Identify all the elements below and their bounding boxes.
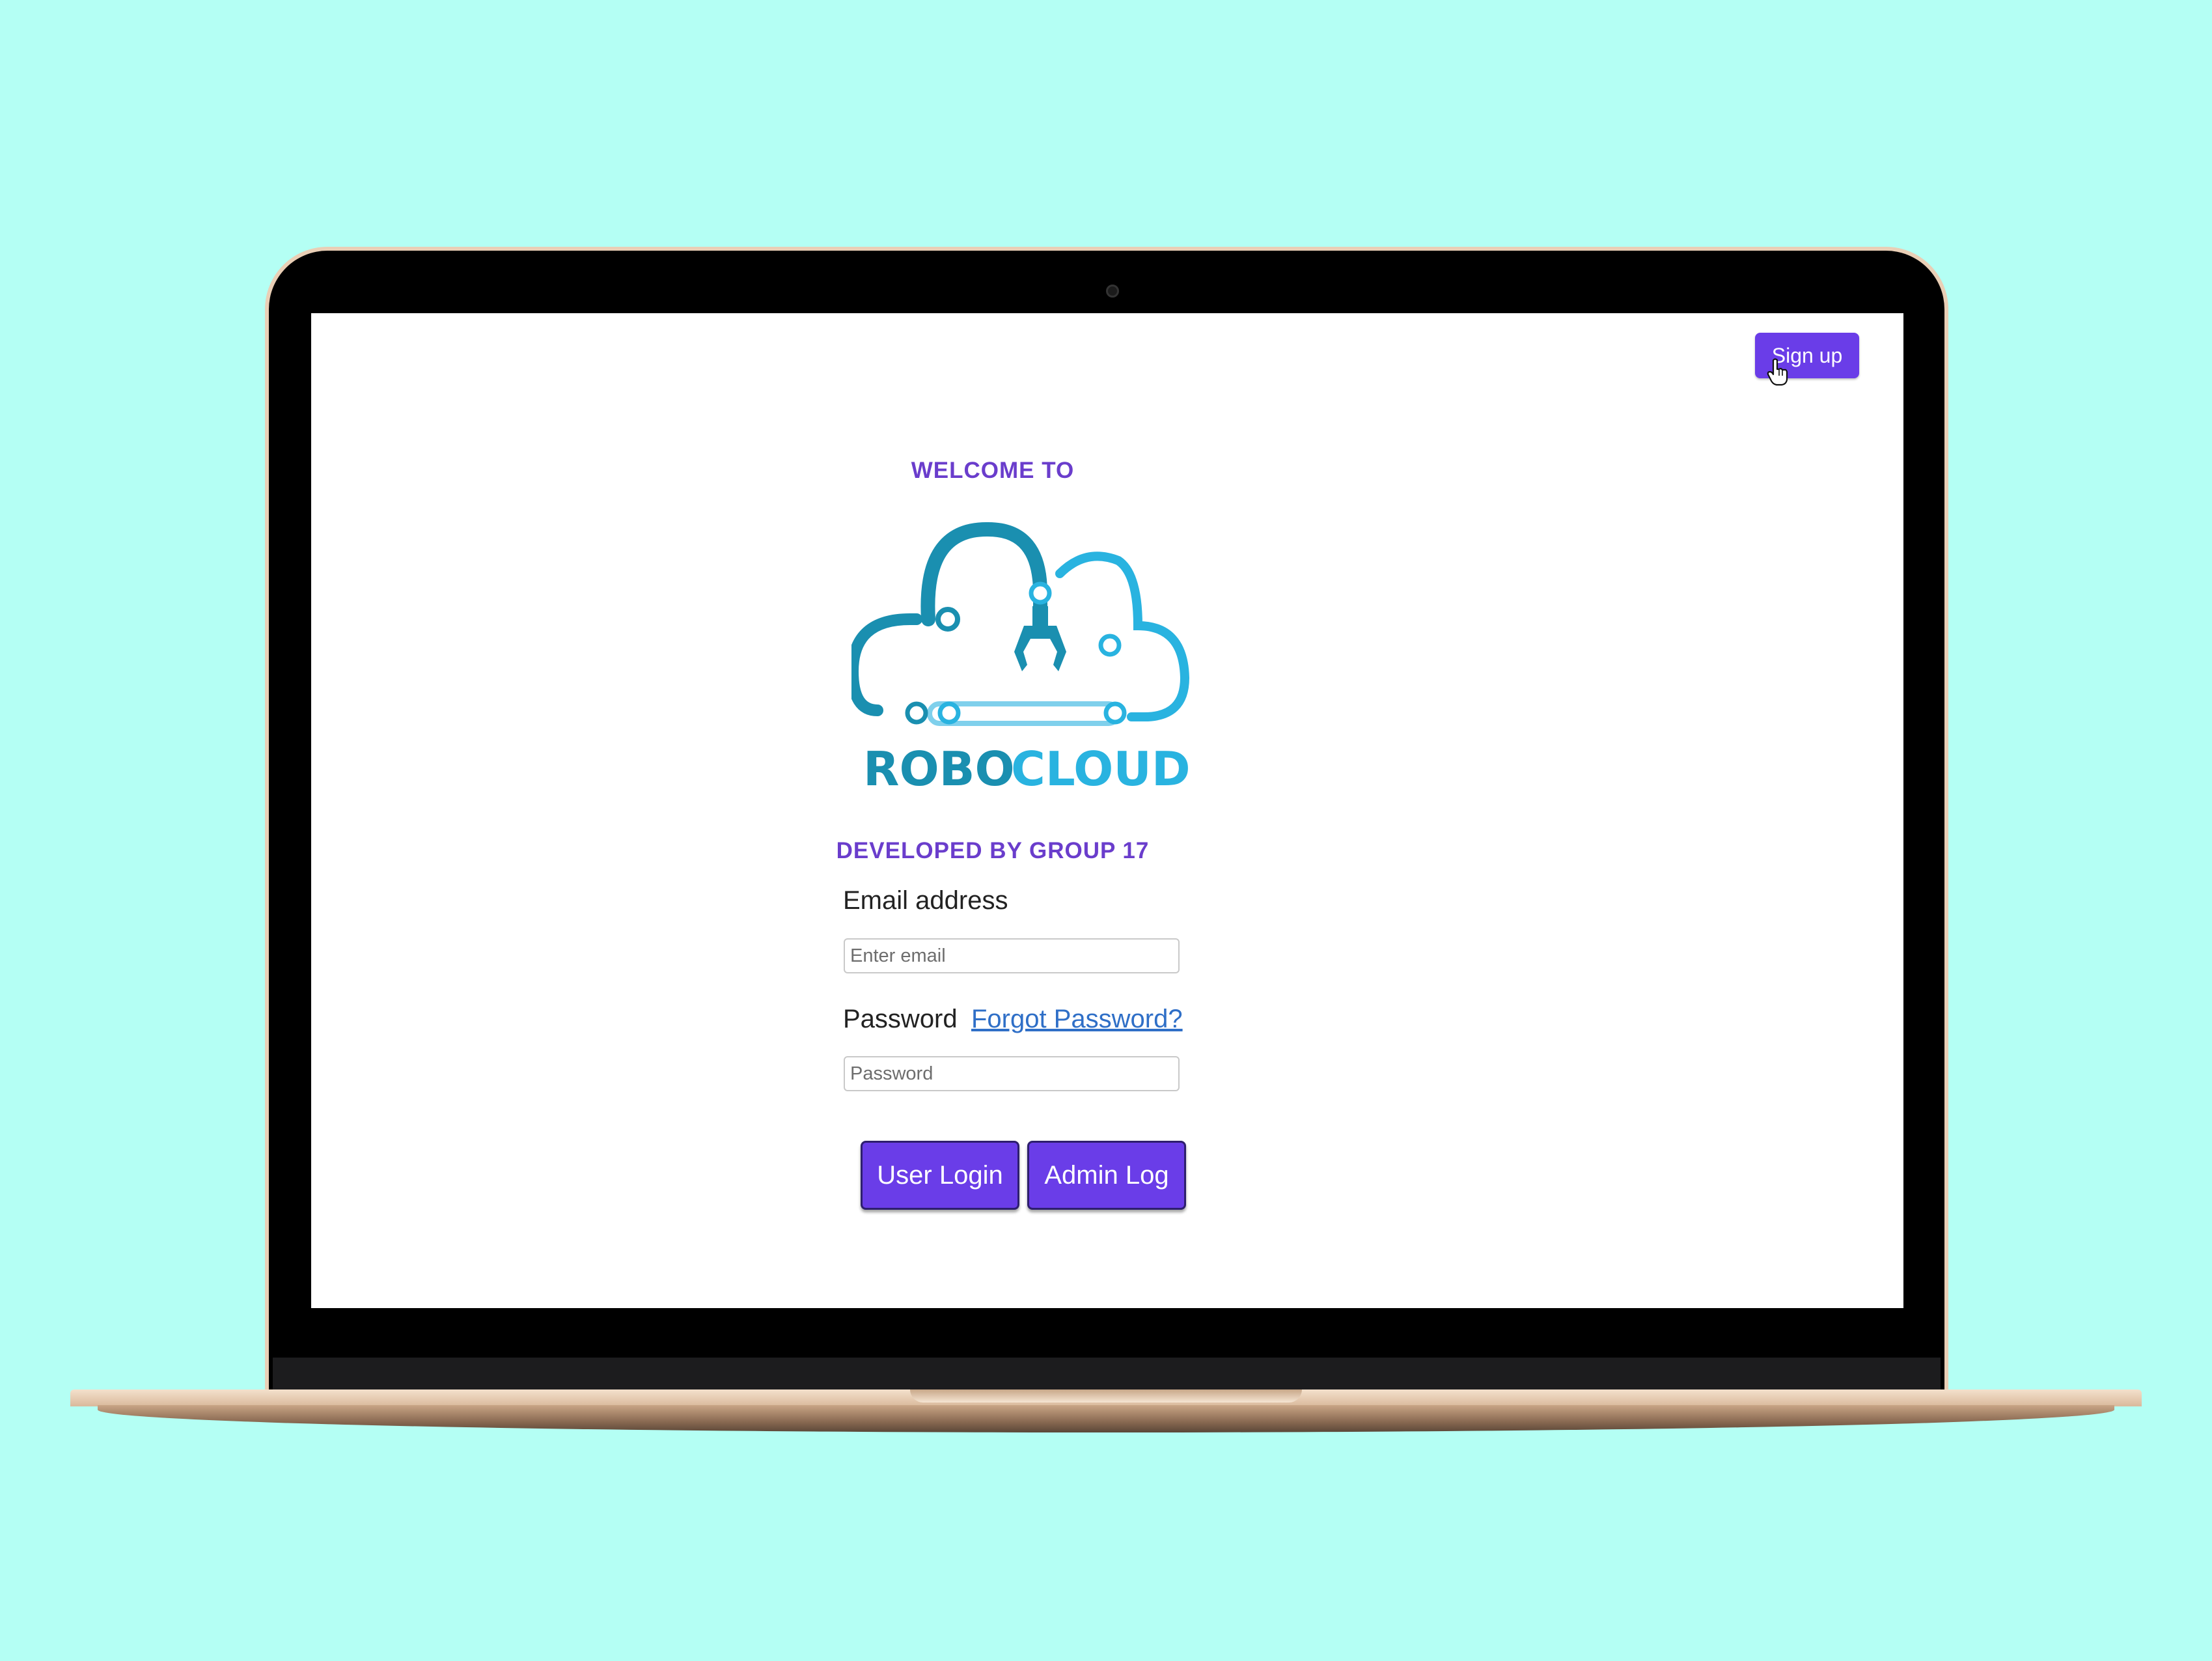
laptop-base-shadow: [98, 1405, 2114, 1432]
admin-login-button[interactable]: Admin Log: [1027, 1141, 1186, 1210]
email-label: Email address: [843, 886, 1008, 915]
camera-icon: [1106, 285, 1119, 298]
logo-text-cloud: CLOUD: [1011, 742, 1190, 795]
hand-pointer-icon: [1767, 358, 1788, 386]
robocloud-logo-icon: ROBO CLOUD: [851, 522, 1190, 795]
laptop-notch: [910, 1389, 1302, 1403]
user-login-button[interactable]: User Login: [861, 1141, 1019, 1210]
password-input[interactable]: [844, 1056, 1180, 1091]
email-input[interactable]: [844, 938, 1180, 973]
password-label: Password: [843, 1005, 958, 1033]
app-screen: Sign up WELCOME TO ROBO CLOUD DEVELOPED …: [311, 313, 1903, 1308]
logo-text-robo: ROBO: [863, 742, 1015, 795]
forgot-password-link[interactable]: Forgot Password?: [971, 1005, 1183, 1034]
developed-by-heading: DEVELOPED BY GROUP 17: [836, 838, 1150, 863]
page-background: Sign up WELCOME TO ROBO CLOUD DEVELOPED …: [0, 0, 2212, 1661]
welcome-heading: WELCOME TO: [911, 458, 1075, 483]
